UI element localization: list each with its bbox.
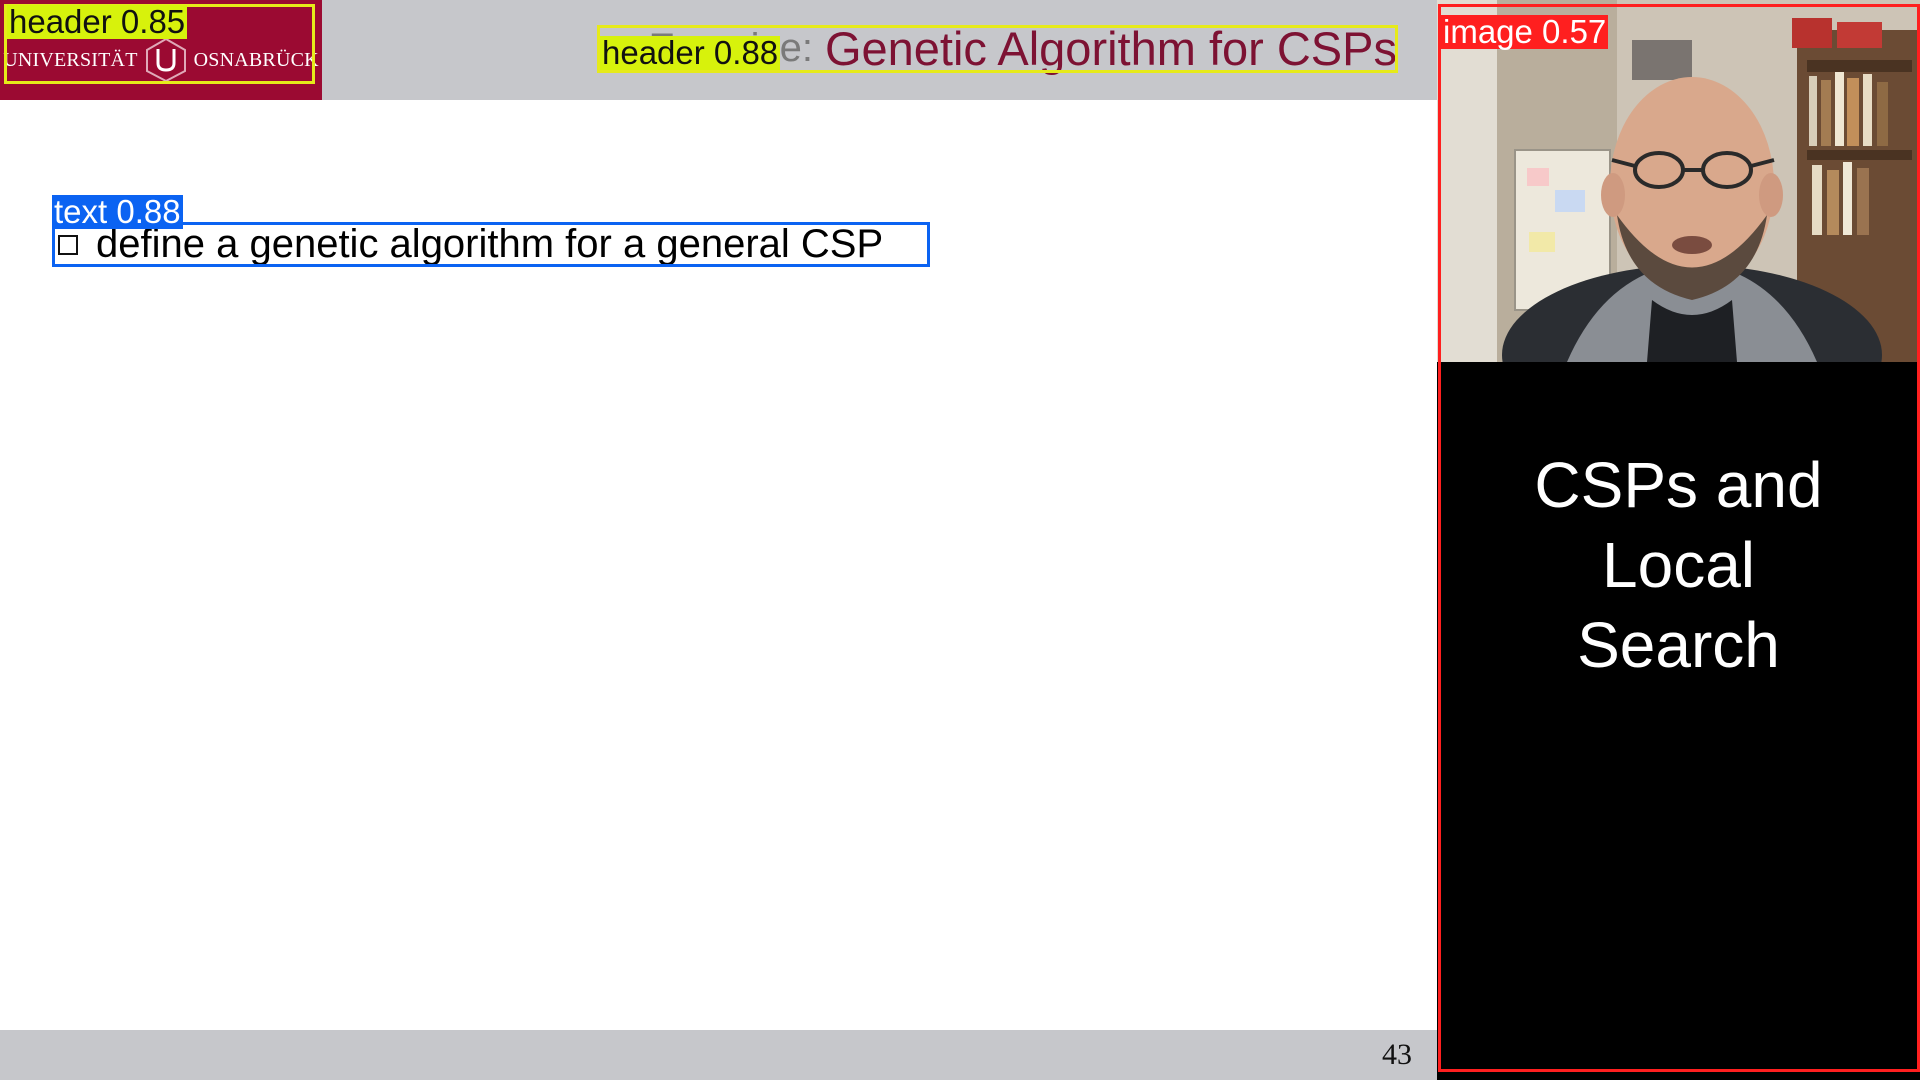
webcam-feed (1437, 0, 1920, 362)
bullet-text: define a genetic algorithm for a general… (96, 222, 884, 266)
logo-left-text: UNIVERSITÄT (3, 48, 138, 71)
caption-line: Local (1602, 529, 1755, 601)
slide-title-text: Genetic Algorithm for CSPs (824, 21, 1397, 75)
square-bullet-icon (58, 234, 78, 255)
slide-header-bar: UNIVERSITÄT OSNABRÜCK Exercise: Genetic … (0, 0, 1437, 100)
caption-line: Search (1577, 609, 1780, 681)
slide-footer-bar: 43 (0, 1030, 1437, 1080)
page-number: 43 (1382, 1038, 1412, 1071)
side-panel-caption: CSPs and Local Search (1437, 445, 1920, 685)
side-panel: CSPs and Local Search (1437, 0, 1920, 1080)
slide-title-kicker: Exercise: (648, 25, 813, 70)
caption-line: CSPs and (1534, 449, 1823, 521)
slide: UNIVERSITÄT OSNABRÜCK Exercise: Genetic … (0, 0, 1437, 1080)
university-logo: UNIVERSITÄT OSNABRÜCK (0, 0, 322, 100)
presenter-video-icon (1437, 0, 1920, 362)
bullet-item: define a genetic algorithm for a general… (58, 222, 883, 267)
slide-title: Exercise: Genetic Algorithm for CSPs (648, 21, 1397, 75)
logo-right-text: OSNABRÜCK (193, 48, 319, 71)
university-crest-icon (145, 37, 186, 83)
